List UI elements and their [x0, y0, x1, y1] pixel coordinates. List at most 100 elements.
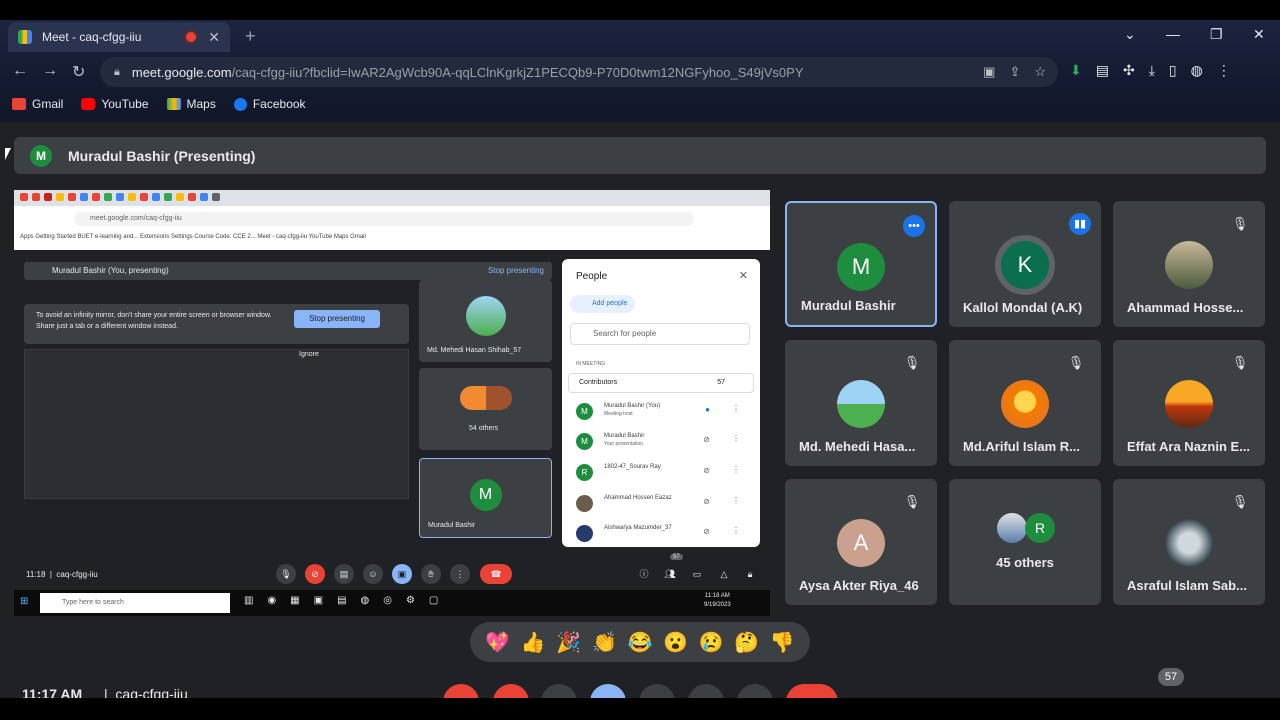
meet-favicon-icon: [18, 30, 32, 44]
tab-search-icon[interactable]: ⌄: [1124, 26, 1136, 43]
bookmark-label: Maps: [186, 97, 216, 111]
close-window-icon[interactable]: ✕: [1253, 26, 1265, 43]
speaking-icon: ▮▮: [1069, 213, 1091, 235]
extension-icon[interactable]: ▤: [1096, 62, 1109, 79]
laugh-reaction[interactable]: 😂: [628, 630, 653, 655]
participant-tile-ariful[interactable]: 🎙︎ Md.Ariful Islam R...: [949, 340, 1101, 466]
avatar: A: [837, 519, 885, 567]
sad-reaction[interactable]: 😢: [699, 630, 724, 655]
thinking-reaction[interactable]: 🤔: [734, 630, 759, 655]
url-host: meet.google.com: [131, 64, 232, 80]
avatar: [1165, 519, 1213, 567]
star-icon[interactable]: ☆: [1034, 64, 1046, 80]
avatar: R: [576, 464, 593, 481]
avatar: [576, 495, 593, 512]
taskbar-date: 9/19/2023: [704, 602, 731, 608]
party-reaction[interactable]: 🎉: [556, 630, 581, 655]
camera-off-icon: ⊘: [305, 564, 325, 584]
more-icon[interactable]: •••: [903, 215, 925, 237]
bookmark-youtube[interactable]: YouTube: [81, 97, 149, 111]
bookmark-label: YouTube: [101, 97, 149, 111]
people-icon: 👥︎: [664, 569, 676, 579]
puzzle-icon[interactable]: ✣: [1123, 62, 1135, 79]
sidebar-icon[interactable]: ▯: [1169, 62, 1177, 79]
more-icon: ⋮: [732, 434, 740, 443]
minimize-icon[interactable]: —: [1166, 26, 1180, 42]
person-name: Muradul Bashir (You): [604, 403, 661, 409]
shared-meet-view: Muradul Bashir (You, presenting) Stop pr…: [14, 254, 770, 616]
people-title: People: [576, 271, 608, 282]
extension-arrow-icon[interactable]: ⬇: [1070, 62, 1082, 79]
participant-tile-others[interactable]: R 45 others: [949, 479, 1101, 605]
avatar: M: [837, 243, 885, 291]
clap-reaction[interactable]: 👏: [592, 630, 617, 655]
warning-text: To avoid an infinity mirror, don't share…: [36, 312, 272, 330]
close-tab-icon[interactable]: ✕: [208, 29, 220, 46]
participant-tile-aysa[interactable]: A 🎙︎ Aysa Akter Riya_46: [785, 479, 937, 605]
address-bar[interactable]: 🔒︎ meet.google.com/caq-cfgg-iiu?fbclid=I…: [100, 57, 1058, 87]
maps-icon: [166, 98, 181, 110]
shared-bookmarks: Apps Getting Started BUET e-learning and…: [20, 234, 366, 240]
infinity-mirror: [24, 349, 409, 499]
shared-tile-muradul: M Muradul Bashir: [419, 458, 552, 538]
taskbar-time: 11:18 AM: [704, 593, 730, 599]
camera-icon[interactable]: ▣: [983, 64, 995, 80]
presenter-bar: M Muradul Bashir (Presenting): [14, 137, 1266, 174]
participant-name: Asraful Islam Sab...: [1127, 578, 1247, 593]
bookmark-maps[interactable]: Maps: [166, 97, 216, 111]
download-icon[interactable]: ⤓: [1149, 62, 1155, 79]
thumbs-up-reaction[interactable]: 👍: [521, 630, 546, 655]
back-icon[interactable]: ←: [12, 62, 28, 80]
share-icon[interactable]: ⇪: [1009, 64, 1020, 80]
person-name: Aishwarya Mazumder_37: [604, 525, 672, 531]
profile-avatar-icon[interactable]: ◍: [1191, 62, 1203, 79]
forward-icon[interactable]: →: [42, 62, 58, 80]
info-icon: ⓘ: [639, 569, 649, 579]
more-icon: ⋮: [732, 404, 740, 413]
bookmark-gmail[interactable]: Gmail: [12, 97, 63, 111]
bookmark-facebook[interactable]: Facebook: [233, 97, 306, 111]
menu-icon[interactable]: ⋮: [1217, 62, 1231, 79]
participant-tile-kallol[interactable]: K ▮▮ Kallol Mondal (A.K): [949, 201, 1101, 327]
participant-tile-asraful[interactable]: 🎙︎ Asraful Islam Sab...: [1113, 479, 1265, 605]
more-icon: ⋮: [732, 496, 740, 505]
banner-stop-link: Stop presenting: [487, 266, 544, 275]
mic-off-icon: 🎙︎: [1231, 494, 1249, 509]
top-letterbox: [0, 0, 1280, 20]
lock-icon: 🔒︎: [747, 569, 753, 579]
more-icon: ⋮: [732, 465, 740, 474]
restore-icon[interactable]: ❐: [1210, 26, 1223, 43]
people-search: Search for people: [570, 323, 750, 345]
browser-tab[interactable]: Meet - caq-cfgg-iiu ✕: [8, 22, 230, 52]
list-item: Ahammad Hossen Eazaz ⊘ ⋮: [576, 493, 748, 517]
shared-presenting-banner: Muradul Bashir (You, presenting) Stop pr…: [24, 262, 552, 280]
taskbar-search: Type here to search: [40, 593, 230, 613]
participant-tile-effat[interactable]: 🎙︎ Effat Ara Naznin E...: [1113, 340, 1265, 466]
bookmarks-bar: Gmail YouTube Maps Facebook: [0, 92, 1280, 116]
participant-tile-mehedi[interactable]: 🎙︎ Md. Mehedi Hasa...: [785, 340, 937, 466]
participant-name: Aysa Akter Riya_46: [799, 578, 919, 593]
shared-tile-others: 54 others: [419, 368, 552, 450]
avatar: R: [1025, 513, 1055, 543]
avatar: [459, 386, 512, 410]
emoji-icon: ☺: [363, 564, 383, 584]
participant-name: Effat Ara Naznin E...: [1127, 439, 1251, 454]
surprised-reaction[interactable]: 😮: [663, 630, 688, 655]
bookmark-label: Facebook: [252, 97, 306, 111]
others-count: 45 others: [996, 555, 1054, 570]
tile-label: Md. Mehedi Hasan Shihab_57: [427, 347, 522, 354]
list-item: M Muradul Bashir (You) Meeting host ● ⋮: [576, 401, 748, 425]
participant-tile-ahammad[interactable]: 🎙︎ Ahammad Hosse...: [1113, 201, 1265, 327]
infinity-warning: To avoid an infinity mirror, don't share…: [24, 304, 409, 344]
heart-reaction[interactable]: 💖: [485, 630, 510, 655]
reload-icon[interactable]: ↻: [72, 62, 85, 82]
new-tab-icon[interactable]: +: [245, 26, 256, 47]
mic-off-icon: ⊘: [703, 466, 710, 475]
contributors-header: Contributors 57: [568, 373, 754, 393]
participant-tile-muradul[interactable]: M ••• Muradul Bashir: [785, 201, 937, 327]
present-icon: ▣: [392, 564, 412, 584]
participant-name: Md. Mehedi Hasa...: [799, 439, 916, 454]
taskbar-app-icons: ▥◉▦▣▤◍◎⚙▢: [244, 595, 453, 606]
thumbs-down-reaction[interactable]: 👎: [770, 630, 795, 655]
shared-address-bar: meet.google.com/caq-cfgg-iiu: [74, 212, 694, 226]
